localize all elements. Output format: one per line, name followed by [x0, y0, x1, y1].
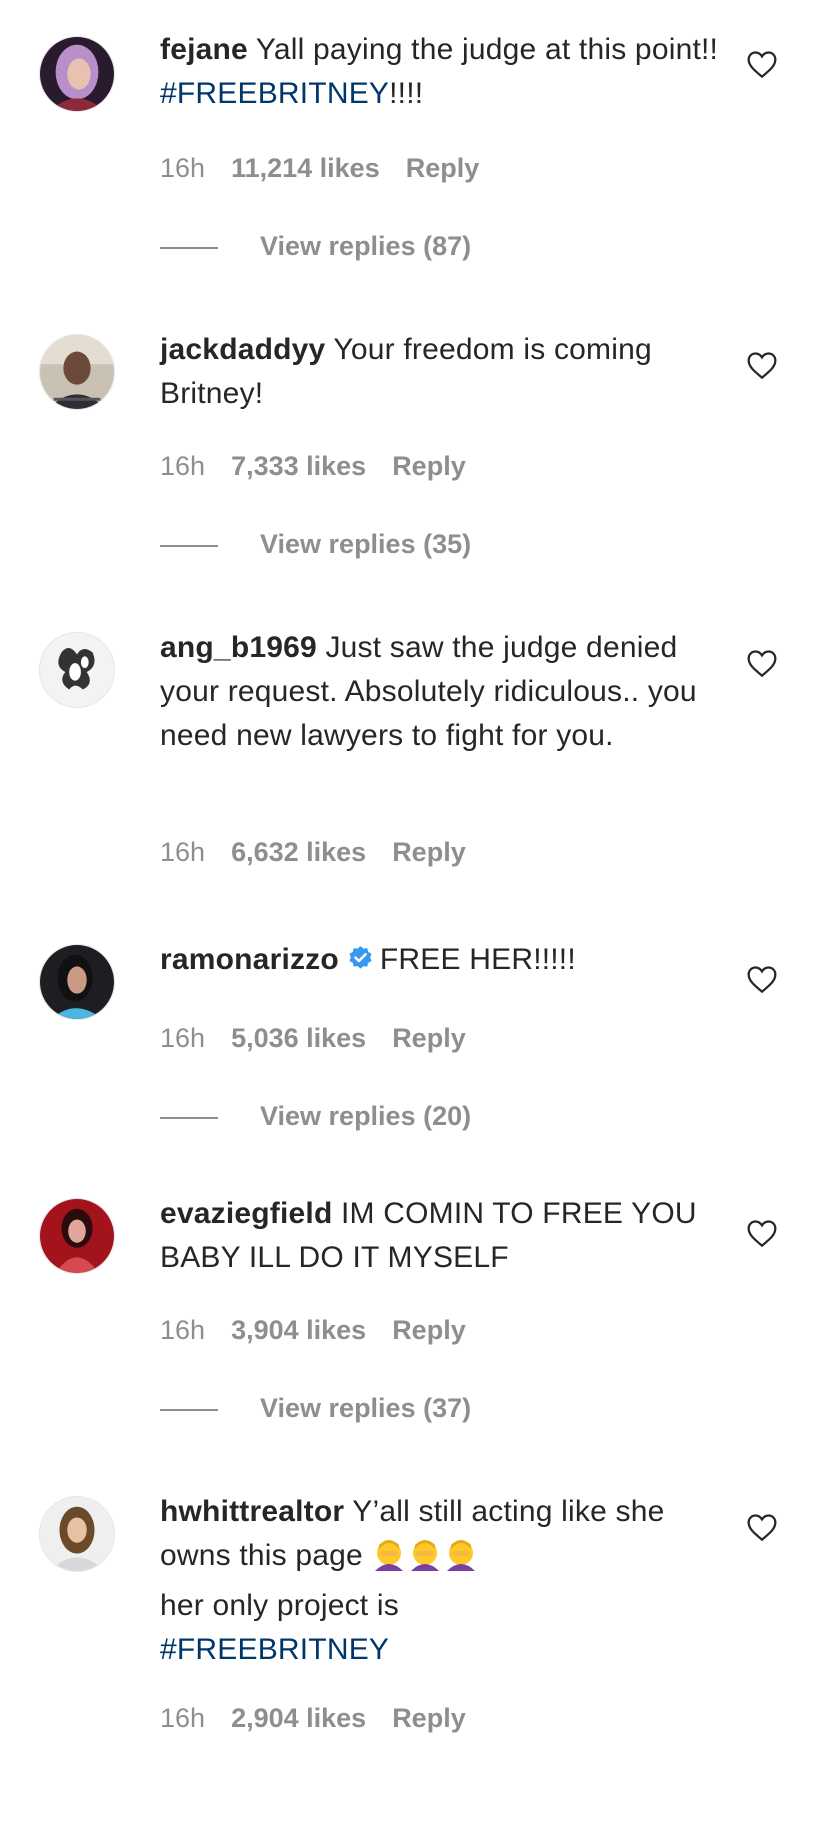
like-heart-icon[interactable]	[746, 964, 778, 994]
view-replies-label: View replies (35)	[260, 529, 472, 559]
avatar[interactable]	[39, 944, 115, 1020]
avatar[interactable]	[39, 36, 115, 112]
reply-button[interactable]: Reply	[392, 1023, 466, 1053]
comment-text-continued: her only project is	[160, 1589, 399, 1622]
username[interactable]: ramonarizzo	[160, 943, 339, 976]
divider-line	[160, 544, 218, 547]
view-replies-label: View replies (37)	[260, 1393, 472, 1423]
comment-body: ang_b1969 Just saw the judge denied your…	[160, 626, 720, 758]
divider-line	[160, 246, 218, 249]
comment-text: Yall paying the judge at this point!!	[255, 33, 719, 66]
comment-time: 16h	[160, 837, 206, 867]
reply-button[interactable]: Reply	[406, 153, 480, 183]
comment-time: 16h	[160, 153, 206, 183]
avatar[interactable]	[39, 632, 115, 708]
divider-line	[160, 1408, 218, 1411]
like-heart-icon[interactable]	[746, 1512, 778, 1542]
reply-button[interactable]: Reply	[392, 1315, 466, 1345]
comment-time: 16h	[160, 1023, 206, 1053]
divider-line	[160, 1116, 218, 1119]
likes-count[interactable]: 11,214 likes	[231, 153, 380, 183]
comment-body: fejane Yall paying the judge at this poi…	[160, 28, 720, 116]
comment-time: 16h	[160, 451, 206, 481]
comment-meta: 16h 6,632 likes Reply	[160, 836, 466, 868]
view-replies-label: View replies (20)	[260, 1101, 472, 1131]
username[interactable]: ang_b1969	[160, 631, 317, 664]
likes-count[interactable]: 6,632 likes	[231, 837, 366, 867]
avatar[interactable]	[39, 1198, 115, 1274]
comment-meta: 16h 2,904 likes Reply	[160, 1702, 466, 1734]
comment-meta: 16h 3,904 likes Reply	[160, 1314, 466, 1346]
username[interactable]: evaziegfield	[160, 1197, 332, 1230]
avatar[interactable]	[39, 1496, 115, 1572]
view-replies-button[interactable]: View replies (35)	[160, 528, 471, 560]
reply-button[interactable]: Reply	[392, 837, 466, 867]
reply-button[interactable]: Reply	[392, 1703, 466, 1733]
username[interactable]: fejane	[160, 33, 248, 66]
comment-text-suffix: !!!!	[389, 77, 424, 110]
like-heart-icon[interactable]	[746, 350, 778, 380]
username[interactable]: jackdaddyy	[160, 333, 325, 366]
like-heart-icon[interactable]	[746, 49, 778, 79]
comment-time: 16h	[160, 1315, 206, 1345]
likes-count[interactable]: 3,904 likes	[231, 1315, 366, 1345]
comment-time: 16h	[160, 1703, 206, 1733]
likes-count[interactable]: 7,333 likes	[231, 451, 366, 481]
likes-count[interactable]: 2,904 likes	[231, 1703, 366, 1733]
comment-body: evaziegfield IM COMIN TO FREE YOU BABY I…	[160, 1192, 720, 1280]
comment-body: jackdaddyy Your freedom is coming Britne…	[160, 328, 720, 416]
like-heart-icon[interactable]	[746, 1218, 778, 1248]
comment-body: hwhittrealtor Y’all still acting like sh…	[160, 1490, 720, 1672]
reply-button[interactable]: Reply	[392, 451, 466, 481]
verified-badge-icon	[349, 946, 372, 969]
username[interactable]: hwhittrealtor	[160, 1495, 344, 1528]
view-replies-button[interactable]: View replies (20)	[160, 1100, 471, 1132]
comment-list: fejane Yall paying the judge at this poi…	[0, 0, 820, 1824]
view-replies-button[interactable]: View replies (37)	[160, 1392, 471, 1424]
comment-meta: 16h 11,214 likes Reply	[160, 152, 479, 184]
hashtag-link[interactable]: #FREEBRITNEY	[160, 77, 389, 110]
comment-meta: 16h 5,036 likes Reply	[160, 1022, 466, 1054]
like-heart-icon[interactable]	[746, 648, 778, 678]
view-replies-label: View replies (87)	[260, 231, 472, 261]
facepalm-emoji-icon	[371, 1535, 479, 1584]
hashtag-link[interactable]: #FREEBRITNEY	[160, 1633, 389, 1666]
avatar[interactable]	[39, 334, 115, 410]
likes-count[interactable]: 5,036 likes	[231, 1023, 366, 1053]
comment-meta: 16h 7,333 likes Reply	[160, 450, 466, 482]
view-replies-button[interactable]: View replies (87)	[160, 230, 471, 262]
comment-body: ramonarizzo FREE HER!!!!!	[160, 938, 720, 982]
comment-text: FREE HER!!!!!	[379, 943, 576, 976]
